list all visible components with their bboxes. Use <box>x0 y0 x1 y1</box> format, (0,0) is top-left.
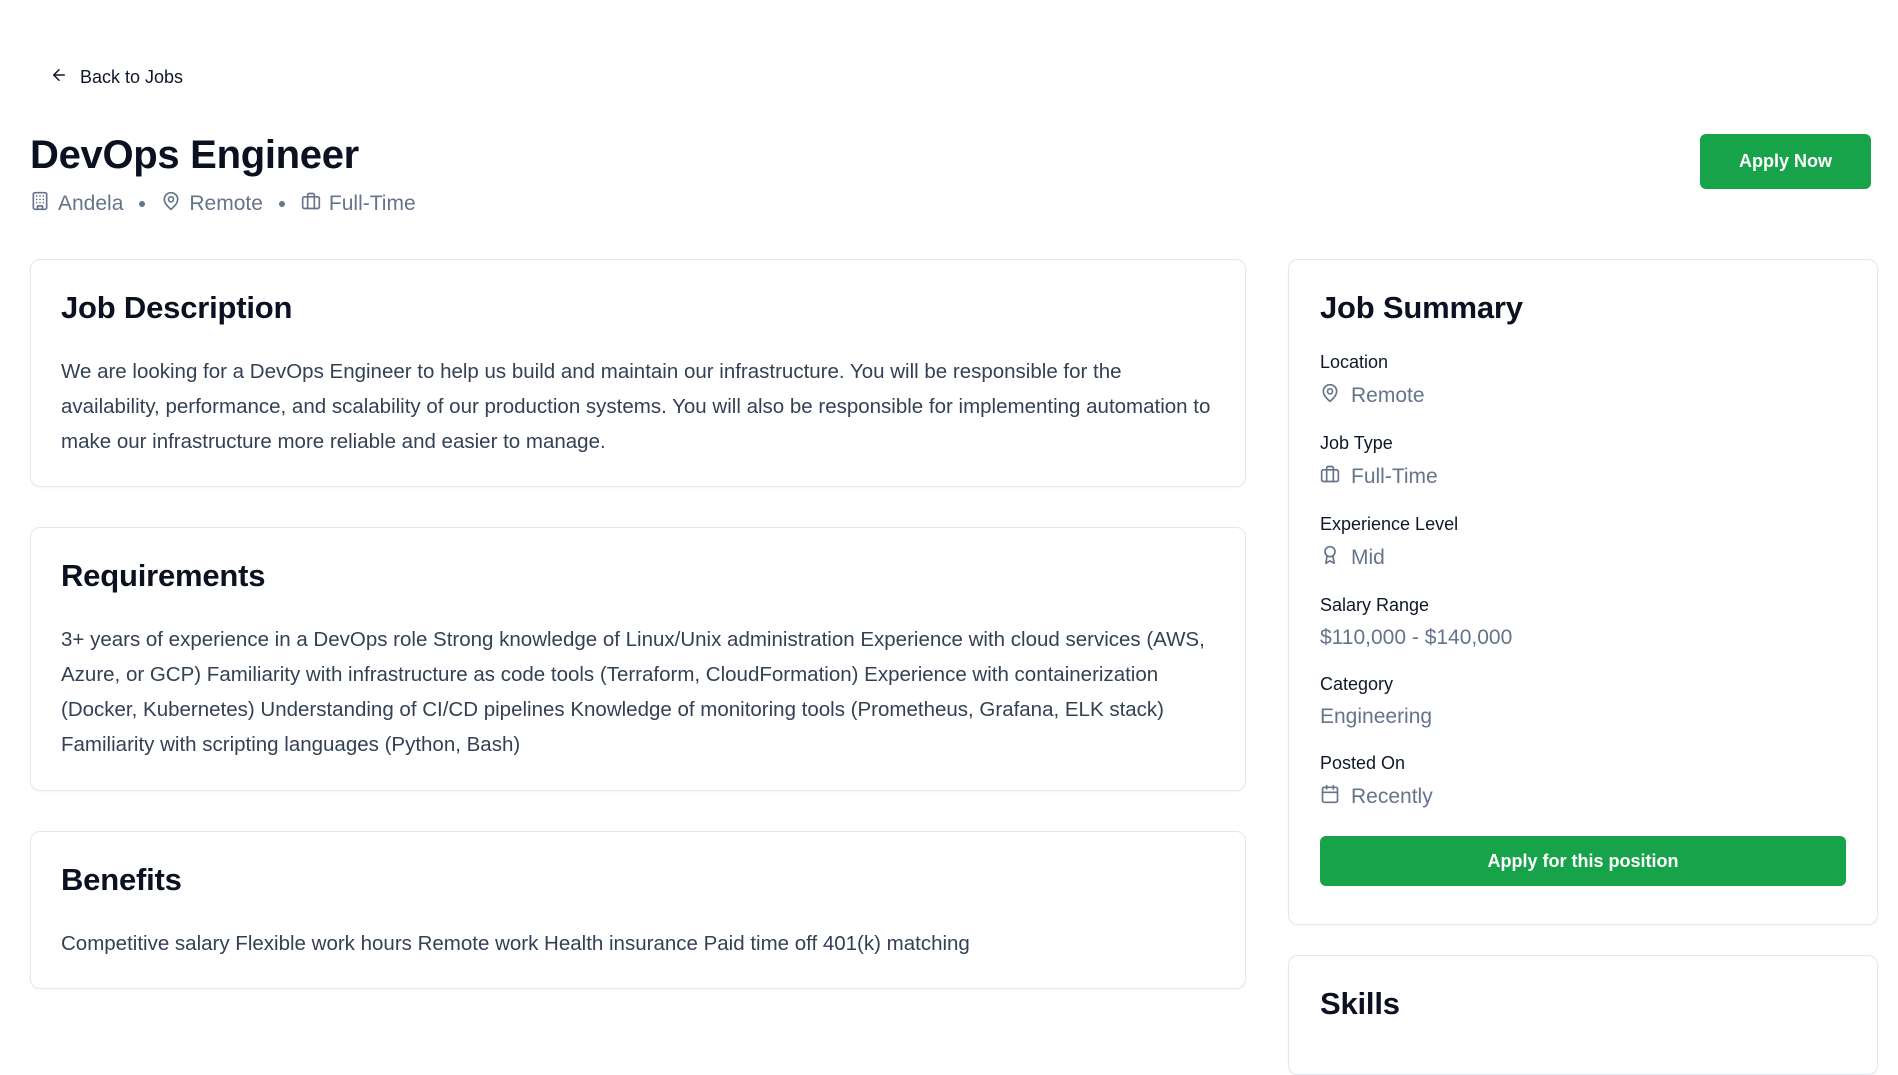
summary-location-value: Remote <box>1351 384 1425 407</box>
summary-location-value-row: Remote <box>1320 383 1846 409</box>
back-to-jobs-link[interactable]: Back to Jobs <box>50 66 183 89</box>
summary-category: Category Engineering <box>1320 674 1846 729</box>
location-text: Remote <box>189 192 263 215</box>
summary-job-type: Job Type Full-Time <box>1320 433 1846 490</box>
job-type-text: Full-Time <box>328 192 416 215</box>
company-meta: Andela <box>30 191 123 217</box>
summary-job-type-label: Job Type <box>1320 433 1393 453</box>
summary-salary: Salary Range $110,000 - $140,000 <box>1320 595 1846 650</box>
job-description-text: We are looking for a DevOps Engineer to … <box>61 360 1211 453</box>
summary-experience-value: Mid <box>1351 546 1385 569</box>
job-summary-heading: Job Summary <box>1320 290 1523 325</box>
benefits-heading: Benefits <box>61 862 182 897</box>
meta-separator <box>139 201 146 207</box>
benefits-text: Competitive salary Flexible work hours R… <box>61 932 970 955</box>
job-description-heading: Job Description <box>61 290 293 325</box>
requirements-text: 3+ years of experience in a DevOps role … <box>61 628 1205 756</box>
briefcase-icon <box>1320 464 1340 490</box>
summary-experience-value-row: Mid <box>1320 545 1846 571</box>
award-icon <box>1320 545 1340 571</box>
summary-job-type-value-row: Full-Time <box>1320 464 1846 490</box>
building-icon <box>30 191 50 217</box>
type-meta: Full-Time <box>301 191 416 217</box>
company-name: Andela <box>58 192 124 215</box>
arrow-left-icon <box>50 66 68 89</box>
summary-category-label: Category <box>1320 674 1394 694</box>
summary-experience: Experience Level Mid <box>1320 514 1846 571</box>
apply-now-button[interactable]: Apply Now <box>1700 134 1871 189</box>
skills-heading: Skills <box>1320 986 1400 1021</box>
job-summary-card: Job Summary Location Remote Job Type Ful… <box>1288 259 1878 925</box>
back-to-jobs-label: Back to Jobs <box>80 67 184 87</box>
location-meta: Remote <box>161 191 263 217</box>
map-pin-icon <box>1320 383 1340 409</box>
summary-posted: Posted On Recently <box>1320 753 1846 810</box>
summary-category-value-row: Engineering <box>1320 705 1846 729</box>
summary-job-type-value: Full-Time <box>1351 465 1438 488</box>
job-title: DevOps Engineer <box>30 133 359 177</box>
map-pin-icon <box>161 191 181 217</box>
meta-separator <box>278 201 285 207</box>
skills-card: Skills <box>1288 955 1878 1075</box>
requirements-heading: Requirements <box>61 558 266 593</box>
summary-posted-label: Posted On <box>1320 753 1406 773</box>
summary-posted-value: Recently <box>1351 785 1433 808</box>
apply-for-position-button[interactable]: Apply for this position <box>1320 836 1846 886</box>
summary-category-value: Engineering <box>1320 705 1433 728</box>
job-meta: Andela Remote Full-Time <box>30 191 416 217</box>
summary-location-label: Location <box>1320 352 1389 372</box>
benefits-card: Benefits Competitive salary Flexible wor… <box>30 831 1246 989</box>
briefcase-icon <box>301 191 321 217</box>
calendar-icon <box>1320 784 1340 810</box>
summary-salary-value-row: $110,000 - $140,000 <box>1320 626 1846 650</box>
job-description-card: Job Description We are looking for a Dev… <box>30 259 1246 487</box>
summary-experience-label: Experience Level <box>1320 514 1459 534</box>
requirements-card: Requirements 3+ years of experience in a… <box>30 527 1246 791</box>
summary-salary-label: Salary Range <box>1320 595 1430 615</box>
summary-location: Location Remote <box>1320 352 1846 409</box>
summary-posted-value-row: Recently <box>1320 784 1846 810</box>
summary-salary-value: $110,000 - $140,000 <box>1320 626 1513 649</box>
